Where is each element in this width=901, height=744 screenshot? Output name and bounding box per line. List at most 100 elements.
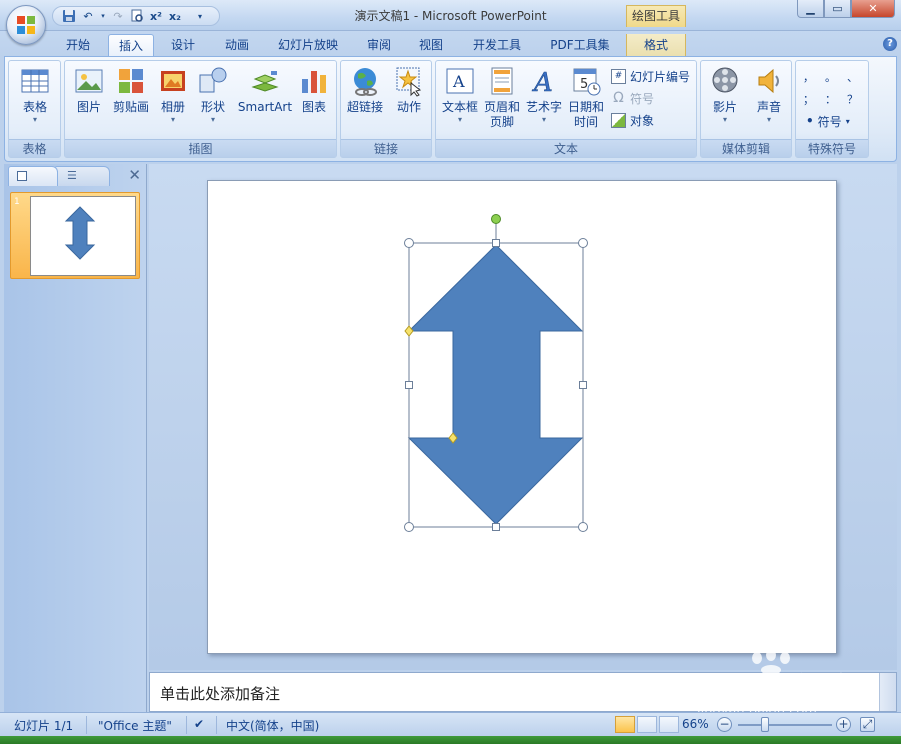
- customize-qat-icon[interactable]: ▾: [192, 8, 208, 24]
- hyperlink-button[interactable]: 超链接: [343, 65, 387, 115]
- slide-number-button[interactable]: # 幻灯片编号: [611, 66, 690, 86]
- notes-pane[interactable]: 单击此处添加备注: [149, 672, 897, 712]
- zoom-slider-track[interactable]: [738, 724, 832, 726]
- special-symbol-button[interactable]: • 符号 ▾: [806, 111, 850, 131]
- header-footer-icon: [491, 67, 513, 95]
- tab-insert[interactable]: 插入: [108, 34, 154, 57]
- undo-dropdown-icon[interactable]: ▾: [99, 8, 107, 24]
- tab-slides[interactable]: [8, 166, 58, 186]
- title-bar: ↶ ▾ ↷ x² x₂ ▾ 演示文稿1 - Microsoft PowerPoi…: [0, 0, 901, 31]
- print-preview-icon[interactable]: [129, 8, 145, 24]
- tab-developer[interactable]: 开发工具: [462, 34, 532, 57]
- resize-handle-right[interactable]: [579, 381, 587, 389]
- office-button[interactable]: [6, 5, 46, 45]
- tab-slideshow[interactable]: 幻灯片放映: [268, 34, 348, 57]
- resize-handle-top-right[interactable]: [578, 238, 588, 248]
- zoom-level[interactable]: 66%: [682, 717, 709, 731]
- slide-sorter-view-button[interactable]: [637, 716, 657, 733]
- special-char-1[interactable]: ，: [803, 69, 814, 85]
- special-char-4[interactable]: ；: [803, 91, 814, 107]
- clipart-button-label: 剪贴画: [112, 100, 149, 114]
- header-footer-label-2: 页脚: [489, 115, 514, 129]
- maximize-button[interactable]: ▭: [824, 0, 851, 18]
- slide-canvas[interactable]: [207, 180, 837, 654]
- resize-handle-bottom-left[interactable]: [404, 522, 414, 532]
- window-bottom-edge: [0, 736, 901, 744]
- datetime-button[interactable]: 5 日期和 时间: [566, 65, 606, 130]
- zoom-out-icon[interactable]: −: [717, 717, 732, 732]
- wordart-button[interactable]: A 艺术字 ▾: [524, 65, 564, 125]
- picture-button[interactable]: 图片: [71, 65, 107, 115]
- fit-to-window-icon[interactable]: ⤢: [860, 717, 875, 732]
- redo-icon[interactable]: ↷: [110, 8, 126, 24]
- rotation-handle[interactable]: [491, 214, 501, 224]
- slide-thumbnail-number: 1: [14, 197, 20, 207]
- object-button[interactable]: 对象: [611, 110, 654, 130]
- special-char-3[interactable]: 、: [847, 69, 858, 85]
- resize-handle-bottom-right[interactable]: [578, 522, 588, 532]
- resize-handle-top[interactable]: [492, 239, 500, 247]
- tab-outline[interactable]: ☰: [54, 166, 110, 186]
- undo-icon[interactable]: ↶: [80, 8, 96, 24]
- table-button[interactable]: 表格 ▾: [15, 65, 55, 125]
- status-separator: [186, 716, 187, 734]
- svg-text:A: A: [532, 68, 553, 97]
- group-label-media: 媒体剪辑: [701, 139, 791, 157]
- notes-scrollbar[interactable]: [879, 673, 896, 711]
- tab-animation[interactable]: 动画: [212, 34, 262, 57]
- tab-design[interactable]: 设计: [160, 34, 206, 57]
- tab-home[interactable]: 开始: [52, 34, 104, 57]
- clipart-button[interactable]: 剪贴画: [111, 65, 151, 115]
- slide-thumbnail-selected[interactable]: 1: [10, 192, 140, 279]
- special-char-6[interactable]: ？: [847, 91, 858, 107]
- zoom-in-icon[interactable]: +: [836, 717, 851, 732]
- datetime-label-2: 时间: [573, 115, 598, 129]
- resize-handle-top-left[interactable]: [404, 238, 414, 248]
- help-icon[interactable]: ?: [883, 37, 897, 51]
- action-button[interactable]: 动作: [389, 65, 429, 115]
- omega-icon: Ω: [613, 89, 624, 106]
- language-status[interactable]: 中文(简体，中国): [226, 717, 319, 734]
- smartart-button-label: SmartArt: [237, 100, 293, 114]
- slide-editor: [149, 164, 897, 670]
- photo-album-icon: [161, 71, 185, 91]
- movie-button[interactable]: 影片 ▾: [705, 65, 745, 125]
- chevron-down-icon: ▾: [845, 116, 850, 126]
- textbox-button[interactable]: A 文本框 ▾: [440, 65, 480, 125]
- symbol-small-button[interactable]: Ω 符号: [611, 88, 654, 108]
- group-links: 超链接 动作 链接: [340, 60, 432, 158]
- sound-button[interactable]: 声音 ▾: [749, 65, 789, 125]
- shapes-button[interactable]: 形状 ▾: [195, 65, 231, 125]
- tab-format[interactable]: 格式: [626, 34, 686, 57]
- spell-check-icon[interactable]: ✔: [194, 717, 204, 731]
- special-char-2[interactable]: 。: [825, 69, 836, 85]
- resize-handle-bottom[interactable]: [492, 523, 500, 531]
- close-icon[interactable]: ✕: [128, 166, 141, 184]
- resize-handle-left[interactable]: [405, 381, 413, 389]
- header-footer-button[interactable]: 页眉和 页脚: [482, 65, 522, 130]
- tab-review[interactable]: 审阅: [356, 34, 402, 57]
- slide-thumbnail[interactable]: [30, 196, 136, 276]
- tab-pdf-tools[interactable]: PDF工具集: [540, 34, 620, 57]
- adjust-handle-head[interactable]: [404, 325, 414, 337]
- tab-view[interactable]: 视图: [408, 34, 454, 57]
- theme-status: "Office 主题": [98, 719, 172, 733]
- symbol-small-label: 符号: [630, 91, 655, 106]
- save-icon[interactable]: [61, 8, 77, 24]
- up-down-arrow-shape[interactable]: [407, 244, 584, 525]
- pane-tabs: ☰ ✕: [4, 164, 147, 186]
- superscript-icon[interactable]: x²: [148, 8, 164, 24]
- slideshow-view-button[interactable]: [659, 716, 679, 733]
- normal-view-button[interactable]: [615, 716, 635, 733]
- group-text: A 文本框 ▾ 页眉和 页脚 A 艺术字 ▾ 5 日期和 时间 # 幻灯片编号 …: [435, 60, 697, 158]
- chart-button[interactable]: 图表: [297, 65, 331, 115]
- zoom-slider-thumb[interactable]: [761, 717, 769, 732]
- smartart-button[interactable]: SmartArt: [237, 65, 293, 115]
- photo-album-button[interactable]: 相册 ▾: [155, 65, 191, 125]
- subscript-icon[interactable]: x₂: [167, 8, 183, 24]
- svg-text:A: A: [452, 72, 465, 91]
- special-char-5[interactable]: ：: [825, 91, 836, 107]
- picture-icon: [75, 69, 103, 93]
- close-button[interactable]: ✕: [851, 0, 895, 18]
- minimize-button[interactable]: ▁: [797, 0, 824, 18]
